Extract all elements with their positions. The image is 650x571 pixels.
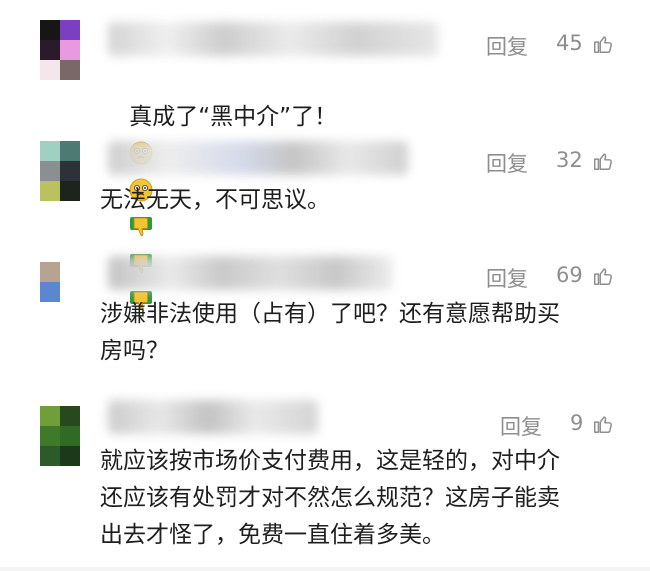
reply-button[interactable]: 回复 [500,411,542,441]
username-blurred[interactable] [108,22,438,56]
username-blurred[interactable] [108,141,408,175]
avatar[interactable] [40,262,80,322]
reply-button[interactable]: 回复 [486,31,528,61]
comment-body: 真成了“黑中介”了！ [129,104,338,130]
thumbs-up-icon[interactable] [592,33,614,55]
comment-text: 就应该按市场价支付费用，这是轻的，对中介 还应该有处罚才对不然怎么规范？这房子能… [100,448,560,548]
reply-button[interactable]: 回复 [486,263,528,293]
like-count: 9 [570,411,584,435]
bottom-divider [0,567,650,571]
thumbs-up-icon[interactable] [592,413,614,435]
like-count: 45 [556,31,583,55]
avatar[interactable] [40,141,80,201]
reply-button[interactable]: 回复 [486,148,528,178]
avatar[interactable] [40,20,80,80]
username-blurred[interactable] [108,256,393,290]
avatar[interactable] [40,406,80,466]
like-count: 69 [556,263,583,287]
comment-text: 涉嫌非法使用（占有）了吧？还有意愿帮助买 房吗？ [100,301,560,364]
username-blurred[interactable] [108,400,318,434]
comment-text: 无法无天，不可思议。 [100,187,330,213]
like-count: 32 [556,148,583,172]
thumbs-up-icon[interactable] [592,265,614,287]
thumbs-up-icon[interactable] [592,150,614,172]
